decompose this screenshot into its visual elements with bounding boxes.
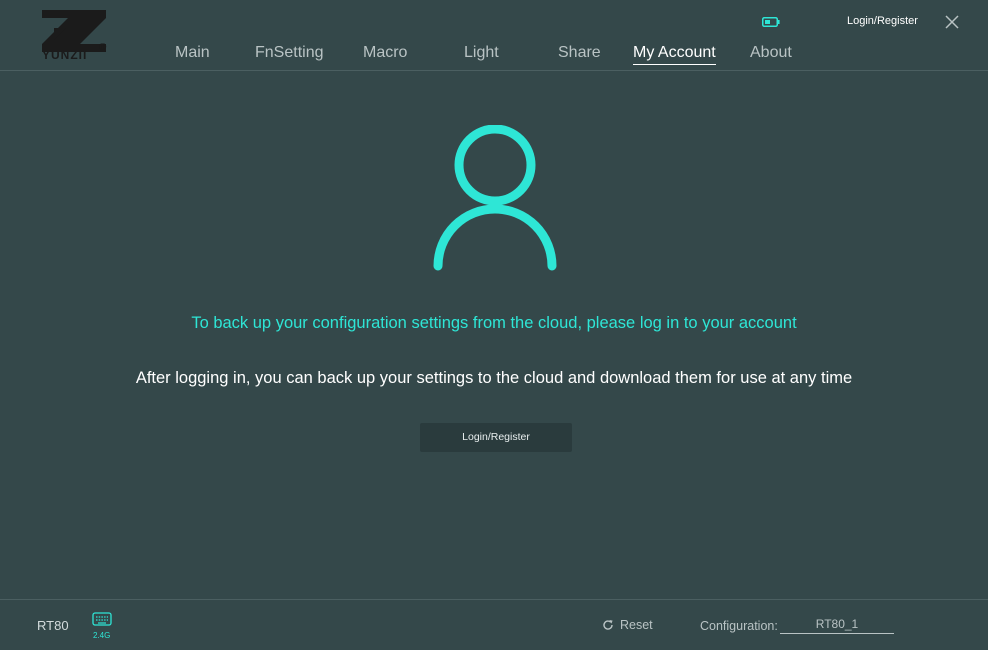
tab-share[interactable]: Share <box>558 43 601 63</box>
tab-my-account[interactable]: My Account <box>633 43 716 65</box>
app-window: YUNZII ® Main FnSetting Macro Light Shar… <box>0 0 988 650</box>
login-prompt-description: After logging in, you can back up your s… <box>135 369 853 387</box>
configuration-selector[interactable]: RT80_1 <box>780 617 894 634</box>
keyboard-icon[interactable] <box>92 612 112 628</box>
configuration-label: Configuration: <box>700 619 778 633</box>
login-prompt-headline: To back up your configuration settings f… <box>191 314 797 332</box>
logo-text: YUNZII <box>42 48 88 62</box>
header-login-register-link[interactable]: Login/Register <box>847 15 918 27</box>
tab-macro[interactable]: Macro <box>363 43 407 63</box>
tab-about[interactable]: About <box>750 43 792 63</box>
reset-label: Reset <box>620 618 653 632</box>
tab-main[interactable]: Main <box>175 43 210 63</box>
footer-status-bar: RT80 2.4G Reset Configuration: RT80_1 <box>0 599 988 650</box>
close-icon[interactable] <box>944 14 960 30</box>
login-register-button[interactable]: Login/Register <box>420 423 572 452</box>
registered-mark: ® <box>99 42 107 53</box>
tab-light[interactable]: Light <box>464 43 499 63</box>
device-name: RT80 <box>37 618 69 633</box>
tab-fnsetting[interactable]: FnSetting <box>255 43 323 63</box>
reset-icon <box>603 620 613 630</box>
battery-icon <box>762 17 780 27</box>
reset-button[interactable]: Reset <box>602 618 653 632</box>
header: YUNZII ® Main FnSetting Macro Light Shar… <box>0 0 988 71</box>
user-icon <box>433 125 557 271</box>
connection-mode-label: 2.4G <box>93 631 111 640</box>
